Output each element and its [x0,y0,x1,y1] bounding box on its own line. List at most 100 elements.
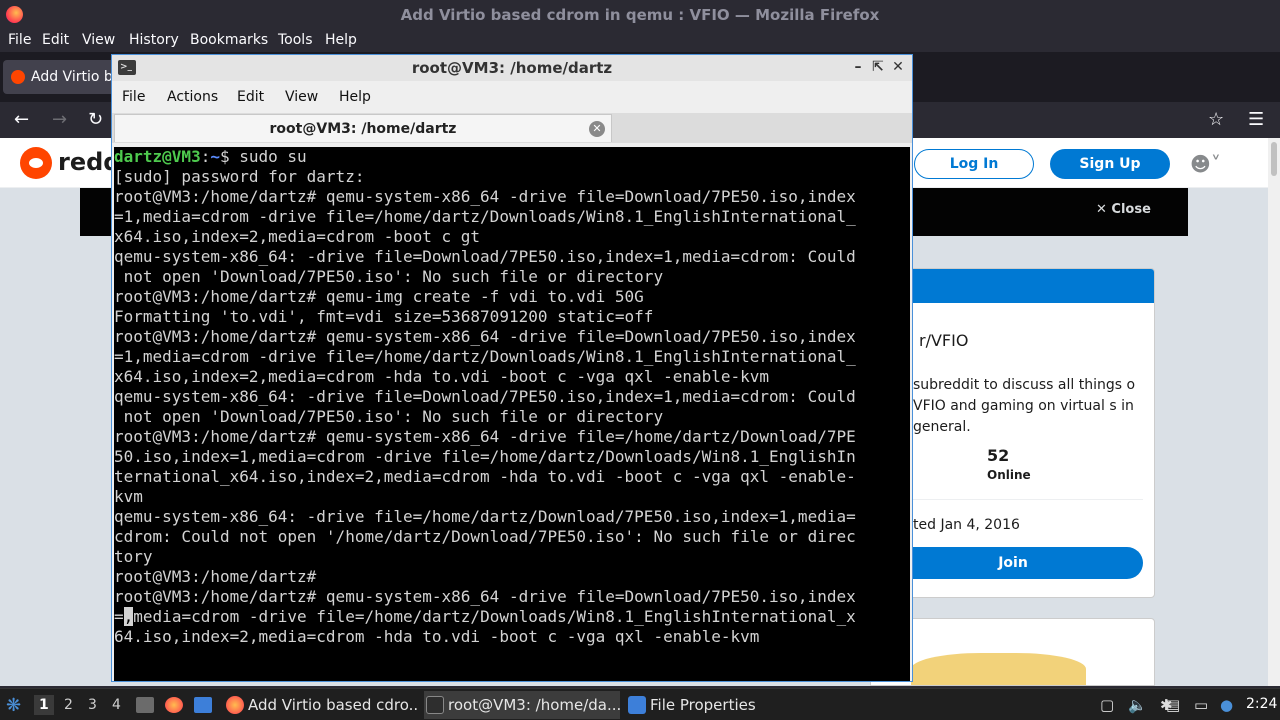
firefox-logo-icon [6,6,23,23]
terminal-line: root@VM3:/home/dartz# [114,567,317,586]
terminal-line: root@VM3:/home/dartz# qemu-system-x86_64… [114,187,856,206]
terminal-tab[interactable]: root@VM3: /home/dartz ✕ [114,114,612,142]
firefox-menubar: File Edit View History Bookmarks Tools H… [0,30,1280,52]
clock[interactable]: 2:24 [1246,696,1277,712]
start-menu-icon[interactable]: ❋ [6,695,21,716]
join-button[interactable]: Join [883,547,1143,579]
page-scrollbar[interactable] [1268,138,1280,686]
terminal-line: =1,media=cdrom -drive file=/home/dartz/D… [114,207,856,226]
volume-icon[interactable]: 🔈 [1128,696,1147,714]
terminal-window: >_ root@VM3: /home/dartz – ⇱ ✕ File Acti… [111,54,913,682]
firefox-window-title: Add Virtio based cdrom in qemu : VFIO — … [400,6,880,24]
terminal-line: qemu-system-x86_64: -drive file=Download… [114,387,856,406]
back-icon[interactable]: ← [14,109,29,130]
scrollbar-thumb[interactable] [1271,142,1277,176]
prompt-path: ~ [210,147,220,166]
clipboard-icon[interactable]: ▤ [1166,696,1180,714]
close-post-button[interactable]: ✕ Close [1096,202,1151,217]
terminal-line: Formatting 'to.vdi', fmt=vdi size=536870… [114,307,654,326]
ff-menu-view[interactable]: View [82,32,115,48]
task-label: Add Virtio based cdro... [248,696,418,714]
terminal-tab-label: root@VM3: /home/dartz [269,121,457,137]
terminal-title: root@VM3: /home/dartz [411,59,613,77]
workspace-4[interactable]: 4 [112,697,121,713]
terminal-line: root@VM3:/home/dartz# qemu-img create -f… [114,287,644,306]
line-text: media=cdrom -drive file=/home/dartz/Down… [133,607,856,626]
terminal-app-icon: >_ [118,60,136,75]
tab-close-icon[interactable]: ✕ [589,121,605,137]
terminal-line: kvm [114,487,143,506]
term-menu-edit[interactable]: Edit [237,89,264,105]
sidebar-image [911,653,1086,685]
folder-task-icon [628,696,646,714]
term-menu-file[interactable]: File [122,89,145,105]
firefox-task-icon [226,696,244,714]
update-icon[interactable]: ● [1220,696,1233,714]
terminal-line: 64.iso,index=2,media=cdrom -hda to.vdi -… [114,627,760,646]
subreddit-description: subreddit to discuss all things o VFIO a… [913,377,1136,435]
hamburger-menu-icon[interactable]: ☰ [1248,109,1264,130]
terminal-line: x64.iso,index=2,media=cdrom -hda to.vdi … [114,367,770,386]
maximize-icon[interactable]: ⇱ [870,58,886,76]
terminal-line: qemu-system-x86_64: -drive file=/home/da… [114,507,856,526]
forward-icon[interactable]: → [52,109,67,130]
taskbar: ❋ 1 2 3 4 Add Virtio based cdro... root@… [0,688,1280,720]
file-manager-launcher-icon[interactable] [194,697,212,713]
signup-button[interactable]: Sign Up [1050,149,1170,179]
ff-menu-help[interactable]: Help [325,32,357,48]
terminal-line: not open 'Download/7PE50.iso': No such f… [114,267,664,286]
prompt-user: dartz@VM3 [114,147,201,166]
ff-menu-bookmarks[interactable]: Bookmarks [190,32,268,48]
terminal-line: cdrom: Could not open '/home/dartz/Downl… [114,527,856,546]
terminal-line: x64.iso,index=2,media=cdrom -boot c gt [114,227,481,246]
terminal-line: tory [114,547,153,566]
ff-menu-history[interactable]: History [129,32,179,48]
term-menu-help[interactable]: Help [339,89,371,105]
terminal-line: root@VM3:/home/dartz# qemu-system-x86_64… [114,587,856,606]
terminal-output[interactable]: dartz@VM3:~$ sudo su [sudo] password for… [114,147,910,681]
firefox-tab-title: Add Virtio b [31,69,113,85]
task-terminal[interactable]: root@VM3: /home/da... [424,691,620,719]
term-menu-actions[interactable]: Actions [167,89,218,105]
terminal-line: ternational_x64.iso,index=2,media=cdrom … [114,467,856,486]
task-file-properties[interactable]: File Properties [626,691,766,719]
reddit-favicon-icon [11,70,25,84]
trash-icon[interactable]: ▢ [1100,696,1114,714]
terminal-titlebar[interactable]: >_ root@VM3: /home/dartz – ⇱ ✕ [112,55,912,81]
terminal-line: [sudo] password for dartz: [114,167,365,186]
ff-menu-file[interactable]: File [8,32,31,48]
ff-menu-edit[interactable]: Edit [42,32,69,48]
network-icon[interactable]: ▭ [1194,696,1208,714]
prompt-command: $ sudo su [219,147,307,166]
line-text: = [114,607,124,626]
workspace-1[interactable]: 1 [34,695,54,715]
bookmark-star-icon[interactable]: ☆ [1208,109,1224,130]
online-label: Online [987,468,1031,482]
terminal-line: dartz@VM3:~$ sudo su [114,147,307,166]
terminal-line: root@VM3:/home/dartz# qemu-system-x86_64… [114,427,856,446]
user-menu-icon[interactable]: ☻˅ [1190,152,1221,176]
term-menu-view[interactable]: View [285,89,318,105]
terminal-tabbar: root@VM3: /home/dartz ✕ [112,113,912,143]
firefox-launcher-icon[interactable] [165,697,183,713]
workspace-2[interactable]: 2 [64,697,73,713]
close-icon[interactable]: ✕ [890,58,906,76]
terminal-task-icon [426,696,444,714]
created-date: ted Jan 4, 2016 [913,517,1020,533]
show-desktop-icon[interactable] [136,697,154,713]
task-label: root@VM3: /home/da... [448,696,620,714]
text-cursor: , [123,607,134,626]
subreddit-name[interactable]: r/VFIO [919,331,968,350]
login-button[interactable]: Log In [914,149,1034,179]
task-label: File Properties [650,696,756,714]
subreddit-banner [871,269,1154,303]
minimize-icon[interactable]: – [850,58,866,76]
workspace-3[interactable]: 3 [88,697,97,713]
reload-icon[interactable]: ↻ [88,109,103,130]
task-firefox[interactable]: Add Virtio based cdro... [224,691,418,719]
close-label: Close [1111,202,1151,217]
reddit-logo-icon[interactable] [20,147,52,179]
ff-menu-tools[interactable]: Tools [278,32,313,48]
online-count: 52 [987,446,1010,465]
terminal-lines: dartz@VM3:~$ sudo su [sudo] password for… [114,147,910,647]
